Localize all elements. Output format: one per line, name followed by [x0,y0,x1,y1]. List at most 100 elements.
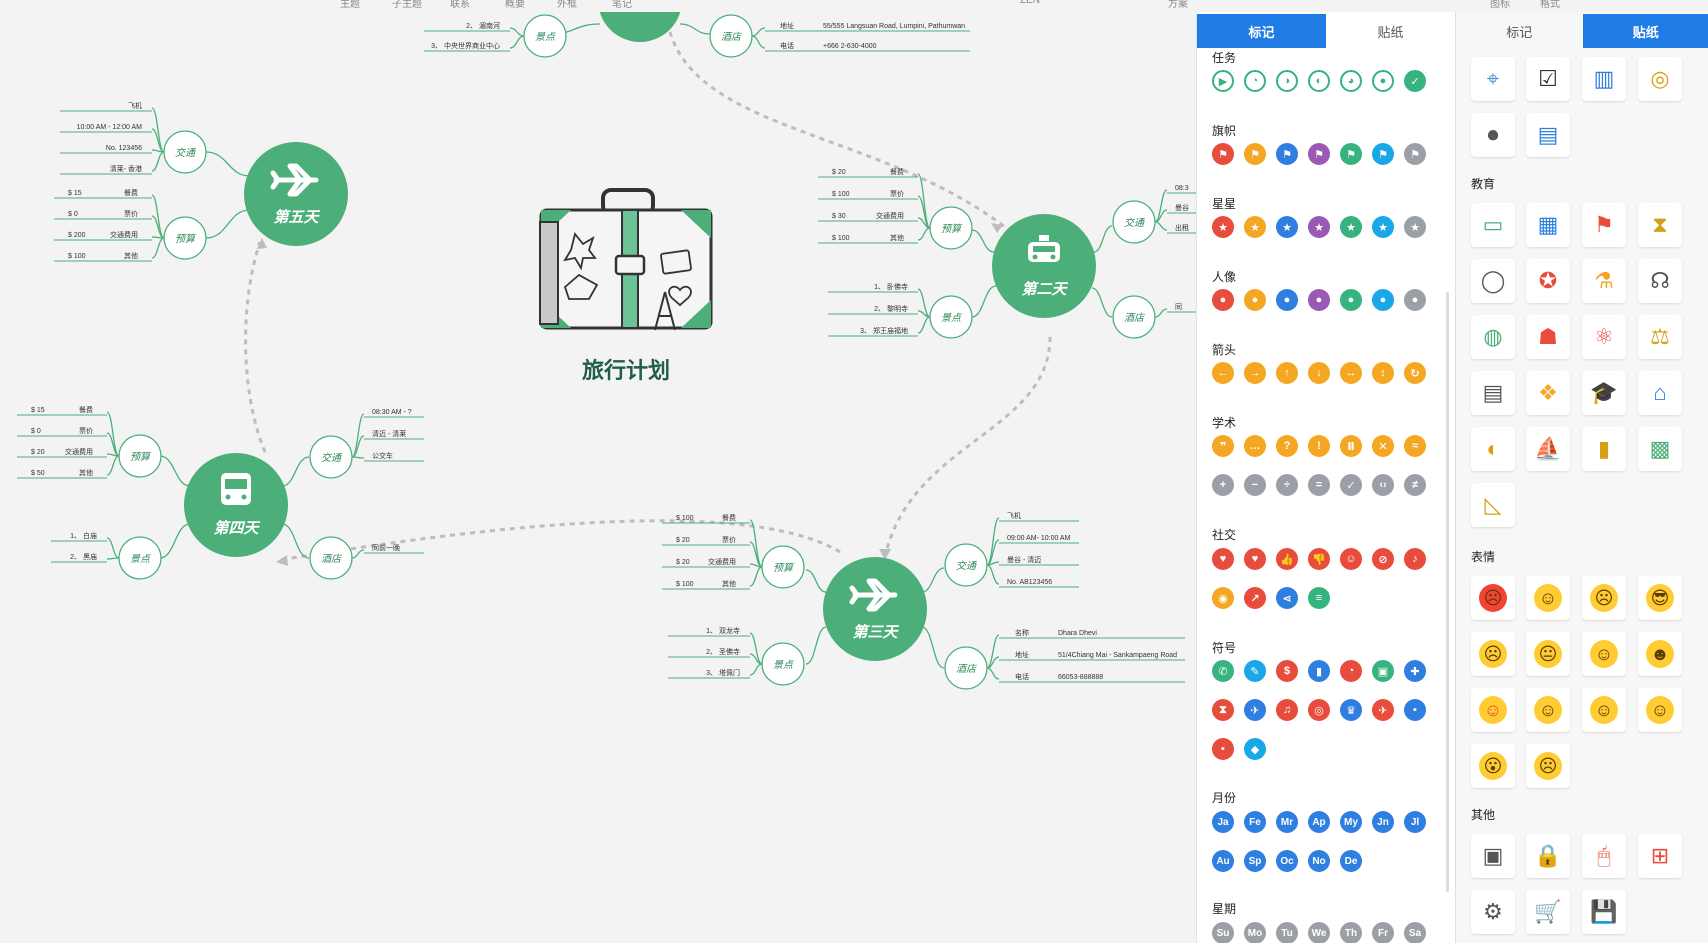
task-progress-icon[interactable]: ▶ [1212,70,1234,92]
academic-icon[interactable]: ! [1308,435,1330,457]
star-icon[interactable]: ★ [1372,216,1394,238]
other-sticker-icon[interactable]: 💾 [1582,890,1626,934]
education-sticker-icon[interactable]: ⚛ [1582,315,1626,359]
month-icon-oc[interactable]: Oc [1276,850,1298,872]
math-icon[interactable]: ≠ [1404,474,1426,496]
weekday-icon-fr[interactable]: Fr [1372,922,1394,943]
education-sticker-icon[interactable]: ⌂ [1638,371,1682,415]
month-icon-mr[interactable]: Mr [1276,811,1298,833]
symbol-icon[interactable]: ✆ [1212,660,1234,682]
star-icon[interactable]: ★ [1404,216,1426,238]
education-sticker-icon[interactable]: ⛵ [1526,427,1570,471]
month-icon-au[interactable]: Au [1212,850,1234,872]
symbol-icon[interactable]: ▪ [1404,699,1426,721]
education-sticker-icon[interactable]: ✪ [1526,259,1570,303]
symbol-icon[interactable]: ✚ [1404,660,1426,682]
flag-icon[interactable]: ⚑ [1404,143,1426,165]
academic-icon[interactable]: ✕ [1372,435,1394,457]
education-sticker-icon[interactable]: ▤ [1471,371,1515,415]
weekday-icon-sa[interactable]: Sa [1404,922,1426,943]
flag-icon[interactable]: ⚑ [1244,143,1266,165]
weekday-icon-we[interactable]: We [1308,922,1330,943]
other-sticker-icon[interactable]: ⊞ [1638,834,1682,878]
social-icon[interactable]: ◉ [1212,587,1234,609]
top-menu-item[interactable]: 概要 [505,0,525,10]
education-sticker-icon[interactable]: ▭ [1471,203,1515,247]
emotion-sticker-icon[interactable]: ☺ [1526,688,1570,732]
business-sticker-icon[interactable]: ▥ [1582,57,1626,101]
top-menu-item[interactable]: 笔记 [612,0,632,10]
person-icon[interactable]: ● [1308,289,1330,311]
emotion-sticker-icon[interactable]: ☺ [1638,688,1682,732]
math-icon[interactable]: ‹› [1372,474,1394,496]
weekday-icon-th[interactable]: Th [1340,922,1362,943]
emotion-sticker-icon[interactable]: ☺ [1471,688,1515,732]
top-menu-item[interactable]: ZEN [1020,0,1040,6]
star-icon[interactable]: ★ [1244,216,1266,238]
emotion-sticker-icon[interactable]: ☻ [1638,632,1682,676]
emotion-sticker-icon[interactable]: ☹ [1471,632,1515,676]
academic-icon[interactable]: … [1244,435,1266,457]
symbol-icon[interactable]: ✎ [1244,660,1266,682]
emotion-sticker-icon[interactable]: ☺ [1526,576,1570,620]
academic-icon[interactable]: ❞ [1212,435,1234,457]
social-icon[interactable]: ♪ [1404,548,1426,570]
month-icon-ap[interactable]: Ap [1308,811,1330,833]
lock-icon[interactable]: ▪ [1212,738,1234,760]
tab-markers[interactable]: 标记 [1197,14,1326,48]
tab-markers-2[interactable]: 标记 [1456,14,1583,48]
arrow-icon[interactable]: ↔ [1340,362,1362,384]
emotion-sticker-icon[interactable]: ☺ [1582,688,1626,732]
tab-stickers-2[interactable]: 贴纸 [1582,14,1708,48]
weekday-icon-tu[interactable]: Tu [1276,922,1298,943]
emotion-sticker-icon[interactable]: ☹ [1526,744,1570,788]
education-sticker-icon[interactable]: ⧗ [1638,203,1682,247]
person-icon[interactable]: ● [1404,289,1426,311]
education-sticker-icon[interactable]: ◐ [1471,427,1515,471]
arrow-icon[interactable]: ↻ [1404,362,1426,384]
weekday-icon-mo[interactable]: Mo [1244,922,1266,943]
other-sticker-icon[interactable]: 🖱 [1582,834,1626,878]
other-sticker-icon[interactable]: 🔒 [1526,834,1570,878]
month-icon-my[interactable]: My [1340,811,1362,833]
business-sticker-icon[interactable]: ◎ [1638,57,1682,101]
education-sticker-icon[interactable]: ⚖ [1638,315,1682,359]
other-sticker-icon[interactable]: ⚙ [1471,890,1515,934]
emotion-sticker-icon[interactable]: 😮 [1471,744,1515,788]
math-icon[interactable]: + [1212,474,1234,496]
symbol-icon[interactable]: ◔ [1340,660,1362,682]
arrow-icon[interactable]: ↑ [1276,362,1298,384]
top-menu-item[interactable]: 联系 [450,0,470,10]
business-sticker-icon[interactable]: ☑ [1526,57,1570,101]
star-icon[interactable]: ★ [1276,216,1298,238]
flag-icon[interactable]: ⚑ [1340,143,1362,165]
education-sticker-icon[interactable]: ⚗ [1582,259,1626,303]
arrow-icon[interactable]: ← [1212,362,1234,384]
month-icon-fe[interactable]: Fe [1244,811,1266,833]
academic-icon[interactable]: ≈ [1404,435,1426,457]
emotion-sticker-icon[interactable]: 😎 [1638,576,1682,620]
social-icon[interactable]: ♥ [1212,548,1234,570]
arrow-icon[interactable]: ↕ [1372,362,1394,384]
month-icon-de[interactable]: De [1340,850,1362,872]
symbol-icon[interactable]: ◎ [1308,699,1330,721]
flag-icon[interactable]: ⚑ [1276,143,1298,165]
star-icon[interactable]: ★ [1340,216,1362,238]
task-progress-icon[interactable]: ✓ [1404,70,1426,92]
flag-icon[interactable]: ⚑ [1212,143,1234,165]
education-sticker-icon[interactable]: 🎓 [1582,371,1626,415]
math-icon[interactable]: − [1244,474,1266,496]
education-sticker-icon[interactable]: ▩ [1638,427,1682,471]
emotion-sticker-icon[interactable]: 😐 [1526,632,1570,676]
emotion-sticker-icon[interactable]: ☹ [1582,576,1626,620]
academic-icon[interactable]: ? [1276,435,1298,457]
social-icon[interactable]: ☺ [1340,548,1362,570]
symbol-icon[interactable]: ♫ [1276,699,1298,721]
task-progress-icon[interactable]: ◐ [1308,70,1330,92]
top-menu-item[interactable]: 格式 [1540,0,1560,10]
education-sticker-icon[interactable]: ▦ [1526,203,1570,247]
social-icon[interactable]: 👎 [1308,548,1330,570]
math-icon[interactable]: ÷ [1276,474,1298,496]
education-sticker-icon[interactable]: ❖ [1526,371,1570,415]
star-icon[interactable]: ★ [1212,216,1234,238]
